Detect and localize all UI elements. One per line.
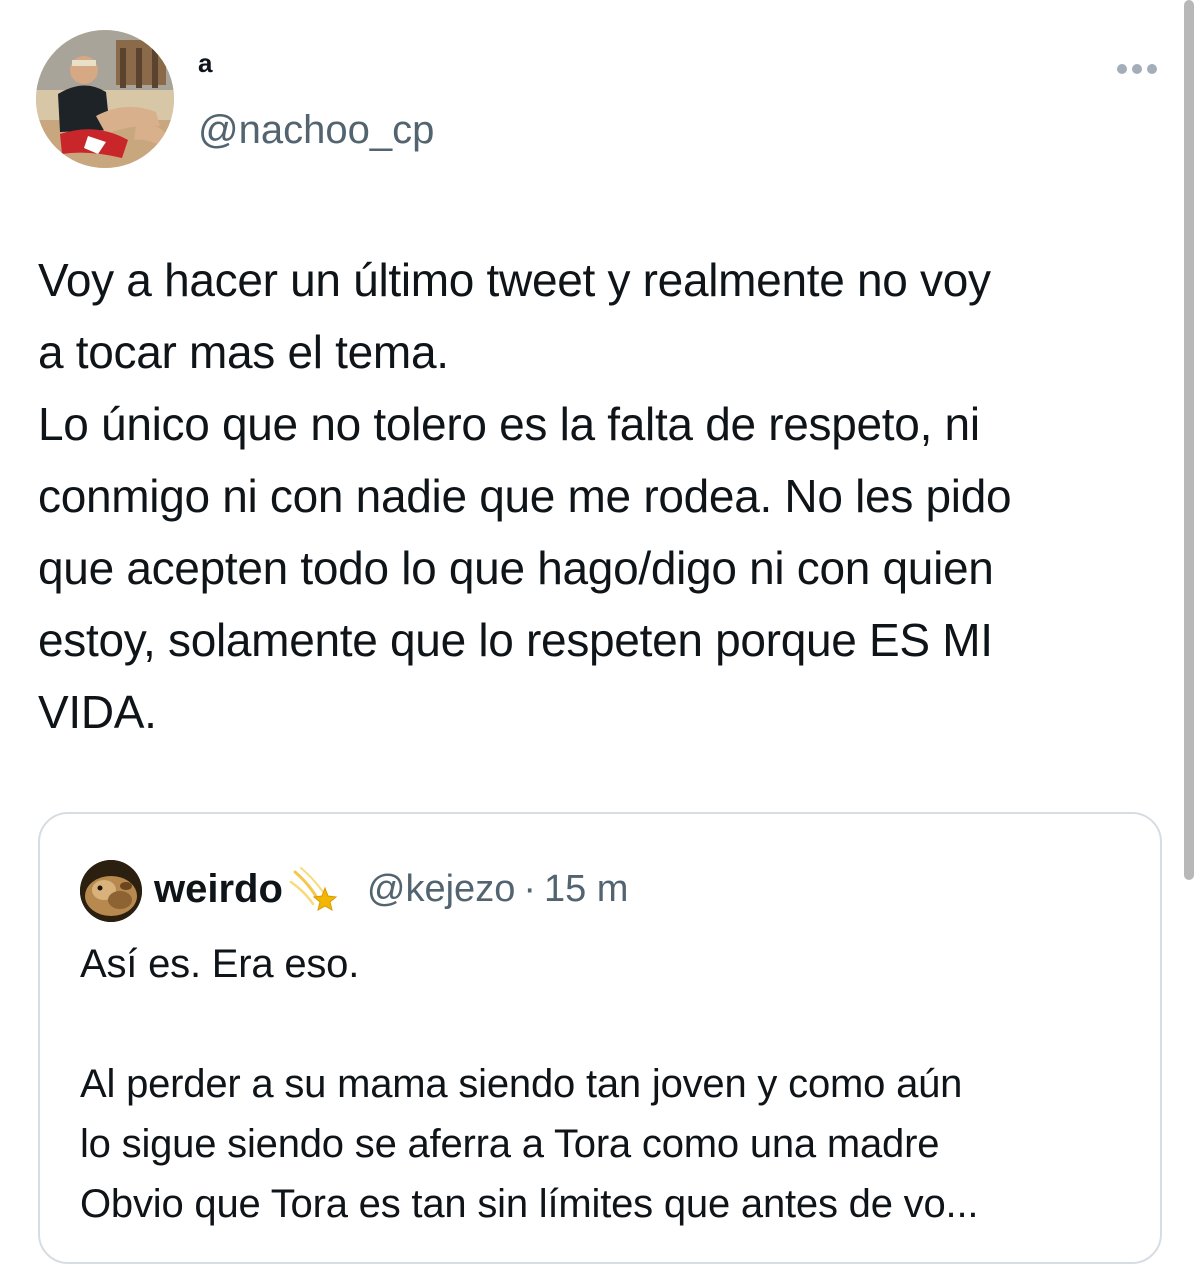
tweet: a @nachoo_cp Voy a hacer un último tweet… — [0, 0, 1200, 1284]
shooting-star-emoji — [287, 864, 339, 914]
quoted-tweet-header: weirdo @kejezo · 15 m — [154, 864, 628, 914]
author-handle[interactable]: @nachoo_cp — [198, 106, 434, 154]
quoted-tweet-card[interactable]: weirdo @kejezo · 15 m Así es. Era eso. A… — [38, 812, 1162, 1264]
author-avatar[interactable] — [36, 30, 174, 168]
author-display-name[interactable]: a — [198, 48, 212, 78]
tweet-text: Voy a hacer un último tweet y realmente … — [38, 254, 1012, 738]
quoted-tweet-text: Así es. Era eso. Al perder a su mama sie… — [80, 942, 979, 1226]
quoted-avatar-photo — [80, 860, 142, 922]
quoted-author-display-name[interactable]: weirdo — [154, 864, 283, 914]
avatar-photo — [36, 30, 174, 168]
scrollbar[interactable] — [1184, 0, 1194, 880]
quoted-tweet-time[interactable]: 15 m — [544, 864, 628, 914]
more-horizontal-icon[interactable] — [1114, 54, 1160, 84]
header-separator: · — [523, 868, 536, 910]
quoted-author-avatar[interactable] — [80, 860, 142, 922]
quoted-author-handle[interactable]: @kejezo — [367, 864, 515, 914]
